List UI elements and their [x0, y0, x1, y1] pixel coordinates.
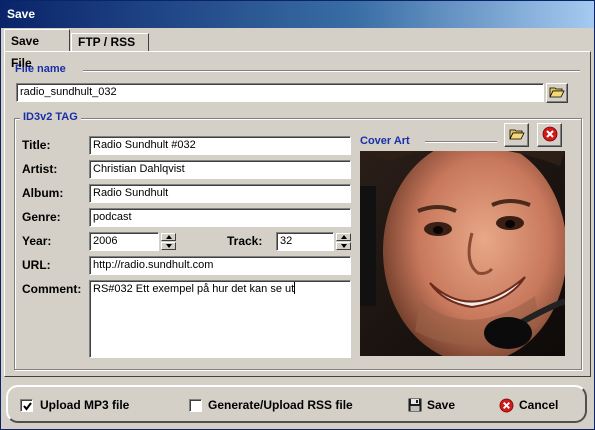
open-cover-art-button[interactable]	[504, 123, 529, 147]
cover-art-label: Cover Art	[360, 135, 410, 147]
year-spinner[interactable]	[161, 233, 176, 250]
remove-cover-art-button[interactable]	[537, 123, 562, 147]
album-label: Album:	[22, 186, 64, 200]
upload-rss-checkbox[interactable]	[189, 399, 202, 412]
comment-text: RS#032 Ett exempel på hur det kan se ut	[93, 283, 295, 295]
text-cursor	[294, 282, 296, 294]
artist-input[interactable]: Christian Dahlqvist	[89, 160, 351, 179]
album-input[interactable]: Radio Sundhult	[89, 184, 351, 203]
title-input[interactable]: Radio Sundhult #032	[89, 136, 351, 155]
track-decrement[interactable]	[336, 242, 351, 250]
action-bar: Upload MP3 file Generate/Upload RSS file…	[6, 385, 587, 423]
track-increment[interactable]	[336, 233, 351, 241]
file-name-divider	[83, 70, 580, 72]
title-label: Title:	[22, 138, 51, 152]
window-title: Save	[1, 1, 594, 28]
artist-label: Artist:	[22, 162, 58, 176]
floppy-disk-icon	[408, 398, 422, 412]
cancel-button[interactable]: Cancel	[499, 396, 558, 414]
cover-art-divider	[425, 141, 497, 143]
upload-rss-label[interactable]: Generate/Upload RSS file	[208, 398, 353, 412]
folder-open-icon	[549, 85, 565, 102]
save-button[interactable]: Save	[408, 396, 455, 414]
url-label: URL:	[22, 258, 51, 272]
year-input[interactable]: 2006	[89, 232, 159, 251]
track-spinner[interactable]	[336, 233, 351, 250]
genre-label: Genre:	[22, 210, 61, 224]
year-decrement[interactable]	[161, 242, 176, 250]
track-input[interactable]: 32	[276, 232, 334, 251]
comment-textarea[interactable]: RS#032 Ett exempel på hur det kan se ut	[89, 280, 351, 358]
red-x-icon	[542, 126, 558, 145]
tab-save-file[interactable]: Save File	[4, 29, 70, 70]
check-mark-icon	[23, 402, 32, 411]
genre-input[interactable]: podcast	[89, 208, 351, 227]
track-label: Track:	[227, 234, 263, 248]
tab-ftp-rss[interactable]: FTP / RSS	[71, 33, 149, 51]
year-increment[interactable]	[161, 233, 176, 241]
browse-file-button[interactable]	[546, 83, 568, 103]
upload-mp3-checkbox[interactable]	[20, 399, 33, 412]
save-button-label: Save	[427, 398, 456, 412]
save-dialog: Save Save File FTP / RSS File name radio…	[0, 0, 595, 430]
year-label: Year:	[22, 234, 52, 248]
red-x-icon	[499, 398, 514, 412]
file-name-input[interactable]: radio_sundhult_032	[16, 83, 544, 102]
cancel-button-label: Cancel	[519, 398, 559, 412]
upload-mp3-label[interactable]: Upload MP3 file	[40, 398, 129, 412]
folder-open-icon	[508, 127, 525, 144]
url-input[interactable]: http://radio.sundhult.com	[89, 256, 351, 275]
cover-art-image	[360, 151, 565, 356]
id3-section-label: ID3v2 TAG	[20, 111, 81, 123]
comment-label: Comment:	[22, 282, 82, 296]
